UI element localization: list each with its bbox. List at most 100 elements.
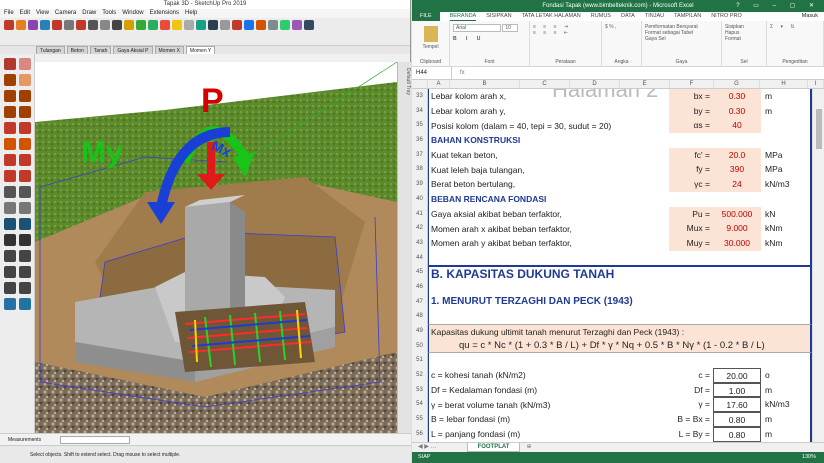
cell-symbol[interactable]: bx = <box>669 89 713 104</box>
cell-value[interactable]: 0.30 <box>713 89 761 104</box>
col-header[interactable]: G <box>714 80 760 88</box>
row-number[interactable]: 48 <box>412 309 428 324</box>
cell-description[interactable]: BAHAN KONSTRUKSI <box>429 135 520 145</box>
select-tool-icon[interactable] <box>4 58 16 70</box>
cell-symbol[interactable]: Mux = <box>669 221 713 236</box>
toolbar-icon[interactable] <box>160 20 170 30</box>
cell-symbol[interactable]: by = <box>669 103 713 119</box>
cell-symbol[interactable]: γc = <box>669 177 713 192</box>
toolbar-icon[interactable] <box>280 20 290 30</box>
zoom-extents-icon[interactable] <box>4 266 16 278</box>
cell-symbol[interactable]: fy = <box>669 162 713 178</box>
rotated-rect-icon[interactable] <box>19 90 31 102</box>
menu-draw[interactable]: Draw <box>82 9 96 18</box>
cell-description[interactable]: Posisi kolom (dalam = 40, tepi = 30, sud… <box>429 121 611 131</box>
toolbar-icon[interactable] <box>100 20 110 30</box>
menu-extensions[interactable]: Extensions <box>150 9 179 18</box>
col-header[interactable]: I <box>808 80 824 88</box>
cell-symbol[interactable]: Df = <box>669 382 713 398</box>
cell-unit[interactable]: m <box>765 427 772 442</box>
cell-unit[interactable]: kN <box>765 207 775 222</box>
scene-tab-active[interactable]: Momen Y <box>185 46 216 54</box>
menu-view[interactable]: View <box>36 9 49 18</box>
sheet-nav-arrows[interactable]: ◀ ▶ … <box>412 443 437 452</box>
col-header[interactable]: D <box>570 80 620 88</box>
row-number[interactable]: 47 <box>412 294 428 310</box>
cell-unit[interactable]: kN/m3 <box>765 397 790 412</box>
cell-unit[interactable]: m <box>765 412 772 427</box>
row-number[interactable]: 33 <box>412 89 428 104</box>
name-box[interactable]: H44 <box>412 67 452 79</box>
move-icon[interactable] <box>4 138 16 150</box>
toolbar-icon[interactable] <box>28 20 38 30</box>
previous-icon[interactable] <box>19 266 31 278</box>
tab-nitro[interactable]: NITRO PRO <box>711 12 742 21</box>
toolbar-icon[interactable] <box>304 20 314 30</box>
walk-icon[interactable] <box>19 282 31 294</box>
cell-description[interactable]: Momen arah y akibat beban terfaktor, <box>429 238 572 248</box>
number-format-icons[interactable]: $ % , <box>605 24 638 30</box>
scene-tab[interactable]: Momen X <box>154 46 184 54</box>
menu-tools[interactable]: Tools <box>102 9 116 18</box>
cell-style-button[interactable]: Gaya Sel <box>645 36 718 42</box>
menu-help[interactable]: Help <box>185 9 197 18</box>
row-number[interactable]: 39 <box>412 177 428 192</box>
menu-edit[interactable]: Edit <box>20 9 30 18</box>
section-plane-icon[interactable] <box>4 298 16 310</box>
row-number[interactable]: 49 <box>412 324 428 339</box>
align-icons-2[interactable]: ≡ ≡ ≡ ⇤ <box>533 30 598 36</box>
pushpull-icon[interactable] <box>19 138 31 150</box>
row-number[interactable]: 44 <box>412 250 428 266</box>
eraser-icon[interactable] <box>19 58 31 70</box>
cell-unit[interactable]: o <box>765 368 770 383</box>
col-header[interactable]: C <box>520 80 570 88</box>
line-tool-icon[interactable] <box>4 74 16 86</box>
tab-data[interactable]: DATA <box>621 12 635 21</box>
bold-italic-underline[interactable]: B I U <box>453 36 526 42</box>
toolbar-icon[interactable] <box>172 20 182 30</box>
cell-unit[interactable]: m <box>765 89 772 104</box>
cell-unit[interactable]: m <box>765 104 772 119</box>
zoom-icon[interactable] <box>4 250 16 262</box>
tab-tata-letak[interactable]: TATA LETAK HALAMAN <box>522 12 581 21</box>
cell-value[interactable]: 20.00 <box>713 368 761 383</box>
cell-value[interactable]: 0.30 <box>713 103 761 119</box>
cell-description[interactable]: B. KAPASITAS DUKUNG TANAH <box>429 267 614 281</box>
cell-description[interactable]: Kuat tekan beton, <box>429 150 498 160</box>
cell-description[interactable]: Lebar kolom arah x, <box>429 91 506 101</box>
paste-icon[interactable] <box>423 26 438 42</box>
row-number[interactable]: 46 <box>412 279 428 295</box>
toolbar-icon[interactable] <box>40 20 50 30</box>
offset-icon[interactable] <box>19 170 31 182</box>
toolbar-icon[interactable] <box>196 20 206 30</box>
cell-symbol[interactable]: fc' = <box>669 147 713 163</box>
axes-icon[interactable] <box>4 218 16 230</box>
cell-symbol[interactable]: c = <box>669 368 713 383</box>
row-number[interactable]: 36 <box>412 133 428 148</box>
text-icon[interactable] <box>19 202 31 214</box>
menu-camera[interactable]: Camera <box>55 9 76 18</box>
scroll-thumb[interactable] <box>816 109 822 149</box>
toolbar-icon[interactable] <box>256 20 266 30</box>
row-number[interactable]: 42 <box>412 221 428 236</box>
vertical-scrollbar[interactable] <box>812 89 824 442</box>
freehand-icon[interactable] <box>19 74 31 86</box>
cell-unit[interactable]: MPa <box>765 162 782 177</box>
sheet-tab-footplat[interactable]: FOOTPLAT <box>466 443 521 452</box>
3d-viewport[interactable]: P My Mx <box>35 62 397 433</box>
rectangle-icon[interactable] <box>4 90 16 102</box>
cell-description[interactable]: γ = berat volume tanah (kN/m3) <box>429 400 550 410</box>
scene-tab[interactable]: Tulangan <box>36 46 65 54</box>
orbit-icon[interactable] <box>4 234 16 246</box>
cell-symbol[interactable]: αs = <box>669 118 713 134</box>
toolbar-icon[interactable] <box>184 20 194 30</box>
scene-tab[interactable]: Gaya Aksial P <box>113 46 153 54</box>
cell-description[interactable]: Kuat leleh baja tulangan, <box>429 165 525 175</box>
add-sheet-button[interactable]: ⊕ <box>526 443 531 452</box>
row-number[interactable]: 37 <box>412 147 428 163</box>
toolbar-icon[interactable] <box>52 20 62 30</box>
tab-tampilan[interactable]: TAMPILAN <box>674 12 701 21</box>
protractor-icon[interactable] <box>4 202 16 214</box>
toolbar-icon[interactable] <box>4 20 14 30</box>
window-controls[interactable]: ? ▭ – ▢ ✕ <box>736 0 820 12</box>
